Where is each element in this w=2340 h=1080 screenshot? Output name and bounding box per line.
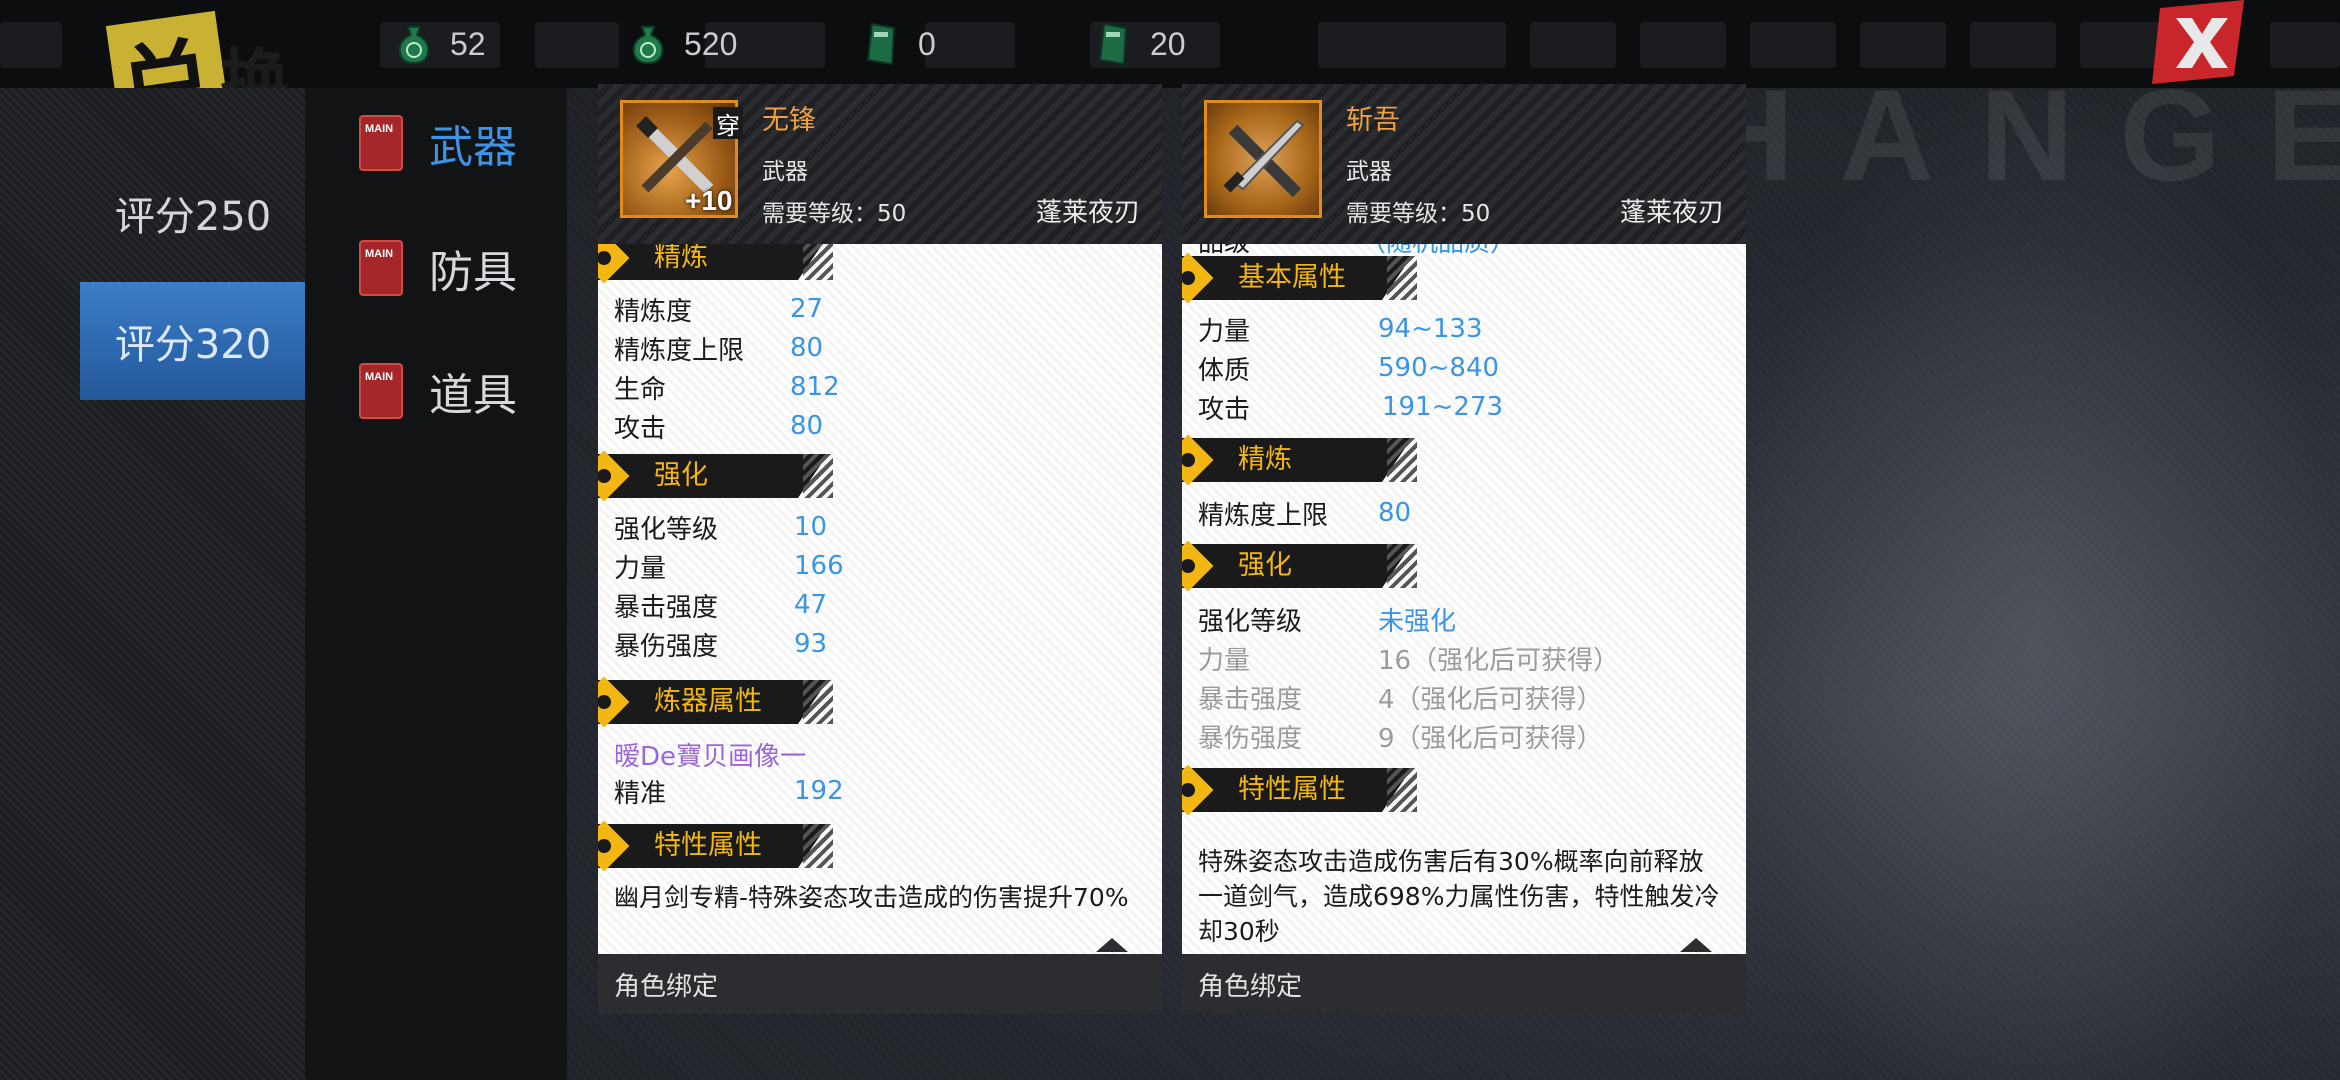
currency-value: 20 (1150, 25, 1186, 62)
trait-description: 特殊姿态攻击造成伤害后有30%概率向前释放一道剑气，造成698%力属性伤害，特性… (1198, 847, 1720, 946)
score-item-320[interactable]: 评分320 (80, 282, 306, 400)
category-item[interactable]: MAIN 道具 (359, 356, 517, 426)
top-bar: 52 520 0 20 (0, 0, 2340, 88)
section-header-trait: 特性属性 (598, 820, 833, 872)
stat-row: 强化等级 10 (614, 512, 828, 545)
top-slot (1530, 22, 1616, 68)
stat-row: 精炼度上限 80 (1198, 498, 1412, 531)
book-icon: MAIN (359, 240, 403, 296)
stat-row: 攻击 191~273 (1198, 392, 1504, 425)
currency-value: 520 (684, 25, 738, 62)
top-slot (1860, 22, 1946, 68)
item-requirement: 需要等级：50 (1346, 201, 1491, 227)
background-glow (1730, 80, 2340, 1080)
item-set: 蓬莱夜刃 (1035, 198, 1140, 228)
book-icon: MAIN (359, 115, 403, 171)
stat-row: 生命 812 (614, 372, 840, 405)
scroll-up-arrow-icon[interactable] (1680, 938, 1712, 952)
bind-status: 角色绑定 (1198, 971, 1303, 1002)
category-weapon[interactable]: MAIN 武器 (359, 108, 517, 178)
ticket-icon (1092, 22, 1136, 66)
item-card-exchange: 斩吾 武器 需要等级：50 蓬莱夜刃 品级（随机品质） 基本属性 力量94~13… (1182, 84, 1746, 1014)
item-card-current: 穿 +10 无锋 武器 需要等级：50 蓬莱夜刃 精炼 精炼度 27 精炼度上限 8… (598, 84, 1162, 1014)
stat-row: 力量 94~133 (1198, 314, 1483, 347)
item-type: 武器 (1346, 159, 1392, 185)
top-slot (1970, 22, 2056, 68)
item-type: 武器 (762, 159, 808, 185)
category-label: 武器 (429, 122, 517, 173)
section-header-refine: 精炼 (1182, 434, 1417, 486)
item-name: 斩吾 (1346, 105, 1400, 136)
stat-row: 体质 590~840 (1198, 353, 1500, 386)
item-card-header: 穿 +10 无锋 武器 需要等级：50 蓬莱夜刃 (598, 84, 1162, 244)
section-header-basic: 基本属性 (1182, 252, 1417, 304)
ticket-icon (860, 22, 904, 66)
category-armor[interactable]: MAIN 防具 (359, 233, 517, 303)
bind-status: 角色绑定 (614, 971, 719, 1002)
stat-row: 暴伤强度 93 (614, 629, 828, 662)
item-stats-scroll[interactable]: 品级（随机品质） 基本属性 力量94~133 体质590~840 攻击191~2… (1182, 244, 1746, 954)
book-icon: MAIN (359, 363, 403, 419)
forge-maker: 暧De寶贝画像一 (614, 742, 807, 772)
category-label: 防具 (429, 247, 517, 298)
stat-row: 暴击强度 47 (614, 590, 828, 623)
item-set: 蓬莱夜刃 (1619, 198, 1724, 228)
stat-row: 精炼度 27 (614, 294, 824, 327)
top-slot (535, 22, 619, 68)
top-slot (2270, 22, 2340, 68)
item-card-footer: 角色绑定 (1182, 954, 1746, 1014)
stat-row: 力量 166 (614, 551, 844, 584)
currency-ticket[interactable]: 0 (860, 18, 936, 70)
score-item-250[interactable]: 评分250 (80, 154, 306, 272)
score-list: 评分250 评分320 (0, 88, 306, 1080)
top-slot (925, 22, 1015, 68)
currency-silver[interactable]: 520 (626, 18, 737, 70)
currency-ticket[interactable]: 20 (1092, 18, 1186, 70)
section-header-enhance: 强化 (1182, 540, 1417, 592)
scroll-up-arrow-icon[interactable] (1096, 938, 1128, 952)
category-list: MAIN 武器 MAIN 防具 MAIN 道具 (305, 88, 567, 1080)
stat-row: 精准 192 (614, 776, 844, 809)
item-name: 无锋 (762, 105, 816, 136)
section-header-trait: 特性属性 (1182, 764, 1417, 816)
item-requirement: 需要等级：50 (762, 201, 907, 227)
currency-value: 0 (918, 25, 936, 62)
stat-row-locked: 暴击强度 4（强化后可获得） (1198, 684, 1603, 715)
section-header-enhance: 强化 (598, 450, 833, 502)
top-slot (0, 22, 62, 68)
section-header-forge: 炼器属性 (598, 676, 833, 728)
stat-row-locked: 力量 16（强化后可获得） (1198, 645, 1620, 676)
section-header-refine: 精炼 (598, 244, 833, 284)
enhance-level: +10 (685, 185, 733, 216)
stat-row-locked: 暴伤强度 9（强化后可获得） (1198, 723, 1603, 754)
stat-row: 攻击 80 (614, 411, 824, 444)
item-card-footer: 角色绑定 (598, 954, 1162, 1014)
currency-value: 52 (450, 25, 486, 62)
category-label: 道具 (429, 370, 517, 421)
item-card-header: 斩吾 武器 需要等级：50 蓬莱夜刃 (1182, 84, 1746, 244)
top-slot (1640, 22, 1726, 68)
coin-bag-icon (392, 22, 436, 66)
trait-description: 幽月剑专精-特殊姿态攻击造成的伤害提升70% (614, 883, 1129, 912)
item-stats-scroll[interactable]: 精炼 精炼度 27 精炼度上限 80 生命 812 攻击 80 强化 强化等级 10 力量… (598, 244, 1162, 954)
stat-row: 精炼度上限 80 (614, 333, 824, 366)
top-slot (1750, 22, 1836, 68)
close-button[interactable] (2148, 0, 2248, 86)
currency-bronze[interactable]: 52 (392, 18, 486, 70)
pierce-tag: 穿 (713, 107, 743, 140)
top-slot (1420, 22, 1506, 68)
sword-icon[interactable] (1204, 100, 1322, 218)
stat-row: 强化等级 未强化 (1198, 606, 1457, 637)
sword-icon[interactable]: 穿 +10 (620, 100, 743, 218)
coin-bag-icon (626, 22, 670, 66)
